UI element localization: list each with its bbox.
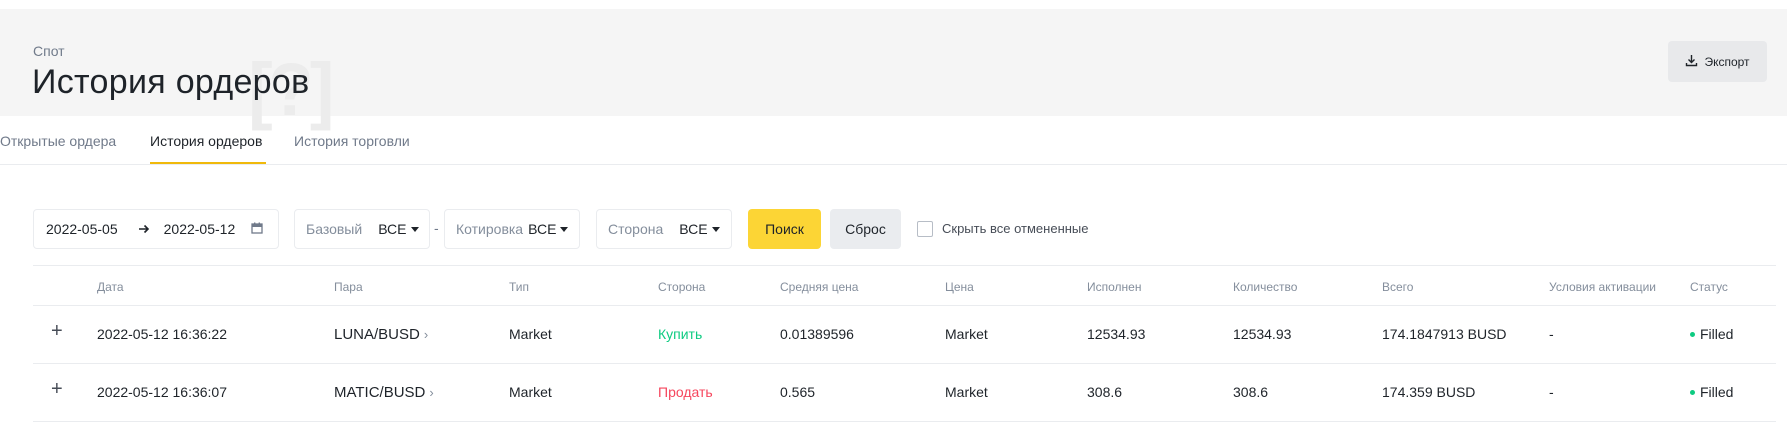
order-amount: 308.6 (1233, 384, 1269, 400)
column-header-trigger: Условия активации (1549, 280, 1656, 294)
pair-name: LUNA/BUSD (334, 326, 420, 343)
search-button[interactable]: Поиск (748, 209, 821, 249)
breadcrumb: Спот (33, 43, 65, 59)
table-row: + 2022-05-12 16:36:07 MATIC/BUSD › Market… (33, 364, 1776, 422)
order-total: 174.359 BUSD (1382, 384, 1476, 400)
export-button[interactable]: Экспорт (1668, 41, 1767, 82)
base-asset-label: Базовый (306, 221, 363, 237)
download-icon (1685, 54, 1698, 70)
tab-order-history[interactable]: История ордеров (150, 133, 262, 149)
expand-plus-icon[interactable]: + (51, 320, 63, 343)
order-total: 174.1847913 BUSD (1382, 326, 1507, 342)
caret-down-icon (410, 226, 419, 232)
order-date: 2022-05-12 16:36:22 (97, 326, 227, 342)
order-avg-price: 0.565 (780, 384, 816, 400)
order-side: Продать (658, 384, 713, 400)
column-header-side: Сторона (658, 280, 706, 294)
side-select[interactable]: Сторона ВСЕ (596, 209, 732, 249)
quote-asset-label: Котировка (456, 221, 524, 237)
order-avg-price: 0.01389596 (780, 326, 854, 342)
order-date: 2022-05-12 16:36:07 (97, 384, 227, 400)
column-header-type: Тип (509, 280, 530, 294)
caret-down-icon (560, 226, 569, 232)
date-to[interactable]: 2022-05-12 (164, 221, 236, 237)
date-from[interactable]: 2022-05-05 (46, 221, 118, 237)
status-text: Filled (1700, 384, 1734, 400)
table-row: + 2022-05-12 16:36:22 LUNA/BUSD › Market … (33, 306, 1776, 364)
order-filled: 12534.93 (1087, 326, 1146, 342)
pair-link[interactable]: MATIC/BUSD › (334, 384, 434, 401)
filter-separator: - (434, 220, 439, 236)
column-header-price: Цена (945, 280, 974, 294)
quote-asset-select[interactable]: Котировка ВСЕ (444, 209, 580, 249)
column-header-filled: Исполнен (1087, 280, 1142, 294)
page-header: [?] Спот История ордеров Экспорт (0, 9, 1787, 131)
order-side: Купить (658, 326, 703, 342)
tab-open-orders[interactable]: Открытые ордера (0, 133, 116, 149)
order-amount: 12534.93 (1233, 326, 1292, 342)
calendar-icon[interactable] (251, 221, 263, 237)
order-filled: 308.6 (1087, 384, 1123, 400)
base-asset-value: ВСЕ (378, 221, 407, 237)
order-status: Filled (1690, 326, 1733, 342)
expand-plus-icon[interactable]: + (51, 378, 63, 401)
column-header-total: Всего (1382, 280, 1414, 294)
quote-asset-value: ВСЕ (528, 221, 557, 237)
column-header-pair: Пара (334, 280, 363, 294)
status-text: Filled (1700, 326, 1734, 342)
arrow-right-icon (138, 221, 150, 237)
order-trigger: - (1549, 326, 1554, 342)
hide-cancelled-label[interactable]: Скрыть все отмененные (942, 221, 1089, 236)
chevron-right-icon: › (429, 385, 434, 400)
order-type: Market (509, 384, 552, 400)
order-price: Market (945, 384, 988, 400)
order-trigger: - (1549, 384, 1554, 400)
date-range-picker[interactable]: 2022-05-05 2022-05-12 (33, 209, 279, 249)
order-status: Filled (1690, 384, 1733, 400)
status-dot-icon (1690, 389, 1695, 395)
hide-cancelled-checkbox[interactable] (917, 221, 933, 237)
reset-button[interactable]: Сброс (830, 209, 901, 249)
page-title: История ордеров (32, 63, 310, 101)
status-dot-icon (1690, 331, 1695, 337)
base-asset-select[interactable]: Базовый ВСЕ (294, 209, 430, 249)
active-tab-indicator (150, 162, 266, 164)
side-label: Сторона (608, 221, 664, 237)
caret-down-icon (711, 226, 720, 232)
tab-bar: Открытые ордера История ордеров История … (0, 116, 1787, 165)
column-header-avg-price: Средняя цена (780, 280, 859, 294)
pair-link[interactable]: LUNA/BUSD › (334, 326, 428, 343)
export-label: Экспорт (1704, 54, 1750, 69)
side-value: ВСЕ (679, 221, 708, 237)
order-type: Market (509, 326, 552, 342)
column-header-amount: Количество (1233, 280, 1298, 294)
column-header-date: Дата (97, 280, 124, 294)
tab-trade-history[interactable]: История торговли (294, 133, 410, 149)
order-price: Market (945, 326, 988, 342)
pair-name: MATIC/BUSD (334, 384, 426, 401)
table-header: Дата Пара Тип Сторона Средняя цена Цена … (33, 265, 1776, 306)
column-header-status: Статус (1690, 280, 1728, 294)
chevron-right-icon: › (423, 327, 429, 342)
